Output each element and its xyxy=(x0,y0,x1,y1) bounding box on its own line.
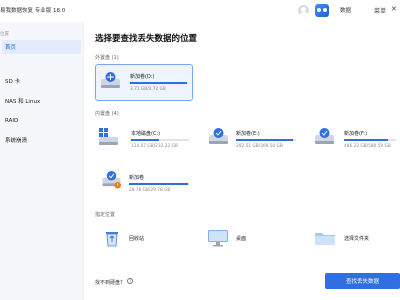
drive-usage-fill xyxy=(130,82,188,84)
sidebar-item-label: 系统崩溃 xyxy=(5,138,28,144)
page-title: 选择要查找丢失数据的位置 xyxy=(95,34,198,44)
drive-size: 114.07 GB/232.22 GB xyxy=(131,144,178,149)
sidebar-item-label: 首页 xyxy=(5,45,17,51)
location-desktop[interactable]: 桌面 xyxy=(204,224,302,254)
internal-drives-label: 内置盘 (4) xyxy=(95,111,119,117)
drive-card-f[interactable]: 新加卷(F:) 486.23 GB/580.59 GB xyxy=(310,121,398,158)
sidebar: 位置 首页 SD 卡 NAS 和 Linux RAID 系统崩溃 xyxy=(0,22,84,300)
location-recycle-bin[interactable]: 回收站 xyxy=(95,224,193,254)
drive-usage-bar xyxy=(131,139,189,141)
sidebar-item-home[interactable]: 首页 xyxy=(2,40,81,54)
drive-usage-bar xyxy=(236,139,296,141)
drive-usage-fill xyxy=(236,139,293,141)
drive-usage-bar xyxy=(130,82,188,84)
cant-find-drive-link[interactable]: 找不到硬盘? xyxy=(95,279,123,286)
drive-card-unlabeled[interactable]: 新加卷 29.76 GB/29.78 GB xyxy=(95,165,193,202)
folder-icon xyxy=(315,233,335,245)
location-name: 选择文件夹 xyxy=(344,236,370,242)
drive-usage-bar xyxy=(344,139,396,141)
location-name: 桌面 xyxy=(236,236,247,242)
drive-size: 29.76 GB/29.78 GB xyxy=(129,188,171,193)
drive-usage-bar xyxy=(129,183,189,185)
refresh-icon[interactable]: ↻ xyxy=(185,34,192,43)
close-icon[interactable]: ✕ xyxy=(391,5,397,13)
drive-size: 292.51 GB/309.50 GB xyxy=(236,144,283,149)
drive-card-d[interactable]: 新加卷(D:) 3.71 GB/3.72 GB xyxy=(95,64,193,101)
location-name: 回收站 xyxy=(129,236,145,242)
sidebar-item-label: NAS 和 Linux xyxy=(5,99,41,105)
drive-card-c[interactable]: 本地磁盘(C:) 114.07 GB/232.22 GB xyxy=(95,121,193,158)
sidebar-item-label: RAID xyxy=(5,118,19,124)
drive-name: 新加卷(E:) xyxy=(236,131,260,137)
drive-name: 新加卷(D:) xyxy=(130,74,155,80)
sidebar-item-system-crash[interactable]: 系统崩溃 xyxy=(2,133,81,147)
avatar[interactable] xyxy=(298,5,309,16)
usb-drive-icon xyxy=(101,72,120,88)
data-menu[interactable]: 数据 xyxy=(340,6,351,14)
title-bar: 易我数据恢复 专业版 18.0 数据 菜单 ✕ xyxy=(0,0,400,22)
sidebar-item-label: SD 卡 xyxy=(5,79,20,85)
scan-button[interactable]: 查找丢失数据 xyxy=(325,273,400,289)
help-icon[interactable]: ? xyxy=(127,278,133,284)
drive-usage-fill xyxy=(344,139,388,141)
damaged-drive-icon xyxy=(102,171,121,189)
brand-mascot-icon[interactable] xyxy=(315,4,329,17)
sidebar-item-nas-linux[interactable]: NAS 和 Linux xyxy=(2,94,81,108)
hard-drive-icon xyxy=(315,128,334,144)
drive-size: 3.71 GB/3.72 GB xyxy=(130,87,166,92)
recycle-bin-icon xyxy=(106,232,118,247)
drive-size: 486.23 GB/580.59 GB xyxy=(344,144,391,149)
desktop-icon xyxy=(208,230,228,247)
sidebar-item-sd-card[interactable]: SD 卡 xyxy=(2,74,81,88)
drive-usage-fill xyxy=(129,183,189,185)
drive-card-e[interactable]: 新加卷(E:) 292.51 GB/309.50 GB xyxy=(204,121,302,158)
drive-usage-fill xyxy=(131,139,160,141)
drive-name: 新加卷 xyxy=(129,175,145,181)
location-select-folder[interactable]: 选择文件夹 xyxy=(310,224,398,254)
menu-button[interactable]: 菜单 xyxy=(374,6,386,15)
app-title: 易我数据恢复 专业版 18.0 xyxy=(0,8,66,14)
system-drive-icon xyxy=(99,128,118,145)
sidebar-section-label: 位置 xyxy=(0,32,9,37)
external-drives-label: 外置盘 (1) xyxy=(95,55,119,61)
drive-name: 本地磁盘(C:) xyxy=(131,131,161,137)
scan-button-label: 查找丢失数据 xyxy=(345,279,379,285)
drive-name: 新加卷(F:) xyxy=(344,131,368,137)
specific-location-label: 指定位置 xyxy=(95,212,116,218)
hard-drive-icon xyxy=(209,128,228,144)
sidebar-item-raid[interactable]: RAID xyxy=(2,114,81,128)
